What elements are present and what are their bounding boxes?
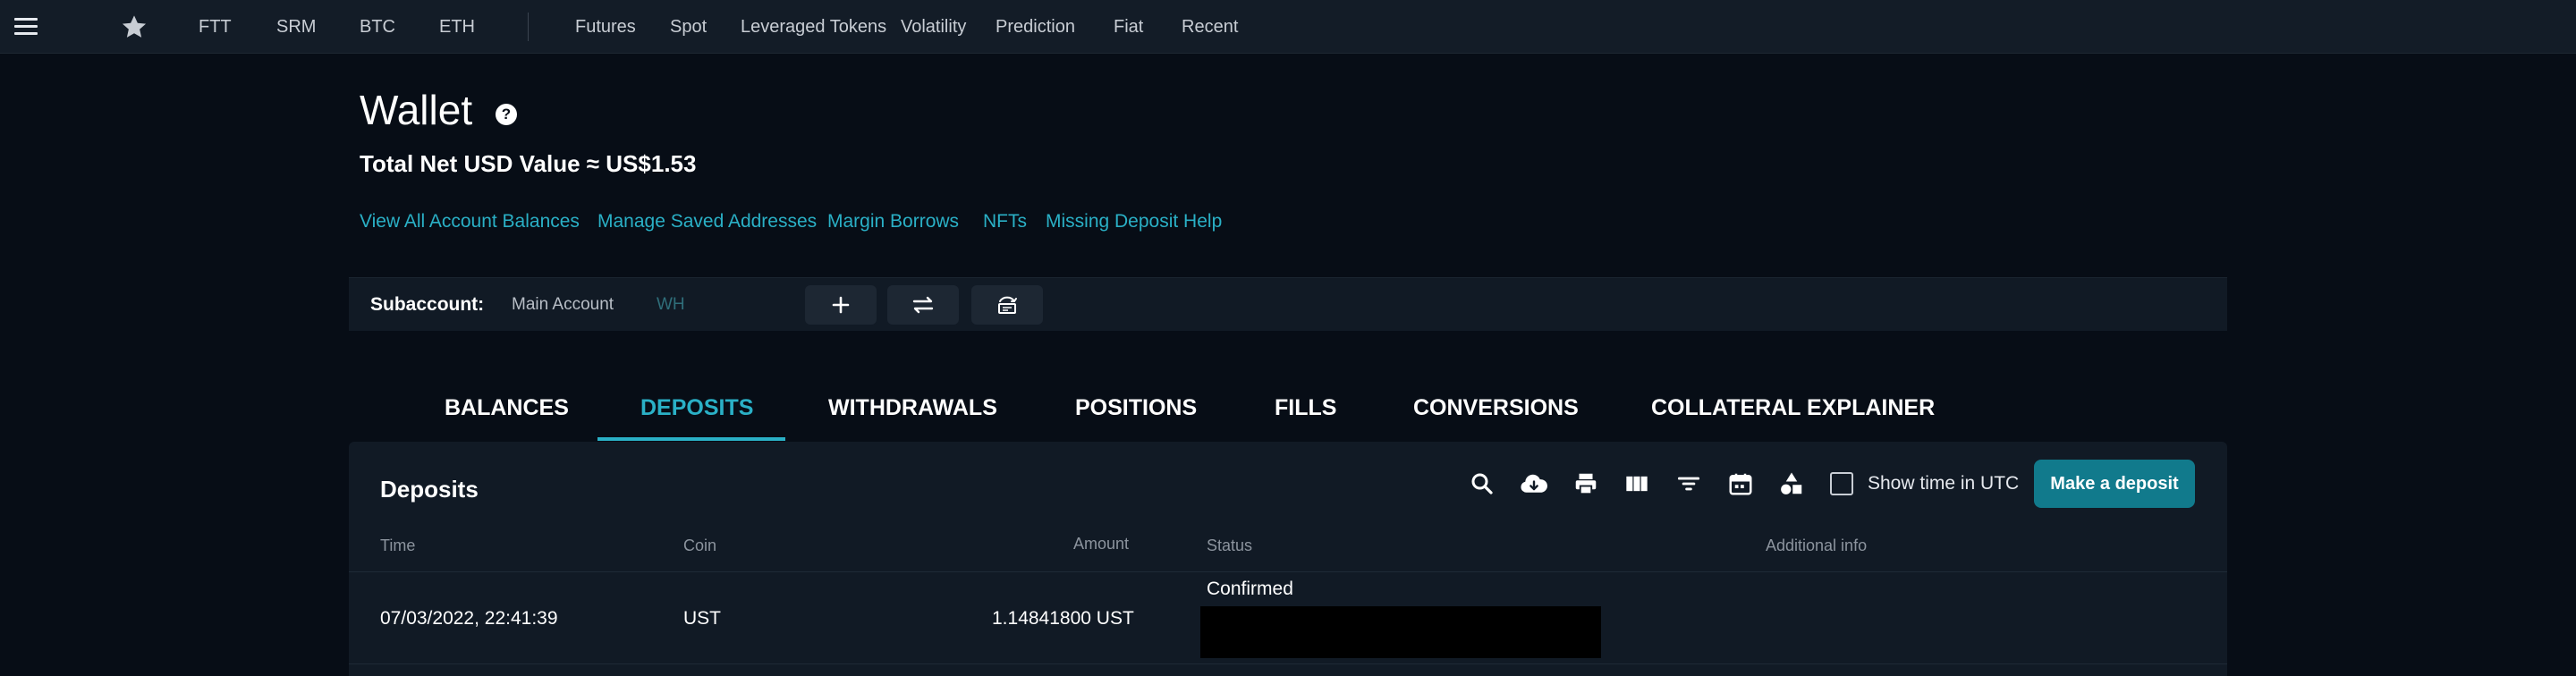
history-icon (998, 296, 1017, 314)
column-header-amount[interactable]: Amount (1073, 535, 1129, 553)
link-manage-saved-addresses[interactable]: Manage Saved Addresses (597, 211, 817, 232)
download-icon[interactable] (1519, 469, 1549, 499)
link-margin-borrows[interactable]: Margin Borrows (827, 211, 959, 232)
nav-market-ftt[interactable]: FTT (199, 0, 232, 54)
deposits-panel: Deposits Show time in UTC Make a deposit… (349, 442, 2227, 676)
link-missing-deposit-help[interactable]: Missing Deposit Help (1046, 211, 1222, 232)
deposit-amount: 1.14841800 UST (992, 608, 1134, 629)
calendar-icon[interactable] (1725, 469, 1756, 499)
columns-icon[interactable] (1622, 469, 1652, 499)
column-header-additional-info[interactable]: Additional info (1766, 537, 1867, 555)
top-navigation: FTT SRM BTC ETH Futures Spot Leveraged T… (0, 0, 2576, 54)
transfer-button[interactable] (887, 285, 959, 325)
nav-market-btc[interactable]: BTC (360, 0, 395, 54)
row-divider (349, 663, 2227, 664)
column-header-coin[interactable]: Coin (683, 537, 716, 555)
subaccount-main-account[interactable]: Main Account (512, 295, 614, 315)
nav-recent[interactable]: Recent (1182, 0, 1238, 54)
add-subaccount-button[interactable] (805, 285, 877, 325)
plus-icon (832, 296, 850, 314)
nav-divider (528, 13, 529, 41)
nav-fiat[interactable]: Fiat (1114, 0, 1143, 54)
subaccount-bar: Subaccount: Main Account WH (349, 277, 2227, 331)
nav-volatility[interactable]: Volatility (901, 0, 966, 54)
star-icon[interactable] (120, 13, 148, 41)
tab-deposits[interactable]: DEPOSITS (640, 395, 753, 421)
search-icon[interactable] (1467, 469, 1497, 499)
tab-conversions[interactable]: CONVERSIONS (1413, 395, 1579, 421)
deposit-coin: UST (683, 608, 721, 629)
nav-market-srm[interactable]: SRM (276, 0, 316, 54)
tab-collateral-explainer[interactable]: COLLATERAL EXPLAINER (1651, 395, 1935, 421)
page-title: Wallet (360, 87, 473, 133)
column-header-time[interactable]: Time (380, 537, 415, 555)
shapes-icon[interactable] (1776, 469, 1807, 499)
link-nfts[interactable]: NFTs (983, 211, 1027, 232)
nav-prediction[interactable]: Prediction (996, 0, 1075, 54)
nav-spot[interactable]: Spot (670, 0, 707, 54)
redacted-block (1200, 606, 1601, 658)
subaccount-wh[interactable]: WH (657, 295, 685, 315)
active-tab-indicator (597, 437, 785, 441)
link-view-all-balances[interactable]: View All Account Balances (360, 211, 580, 232)
deposits-title: Deposits (380, 476, 479, 503)
show-utc-checkbox[interactable] (1830, 472, 1853, 495)
nav-market-eth[interactable]: ETH (439, 0, 475, 54)
deposit-time: 07/03/2022, 22:41:39 (380, 608, 558, 629)
tab-fills[interactable]: FILLS (1275, 395, 1336, 421)
history-button[interactable] (971, 285, 1043, 325)
nav-leveraged-tokens[interactable]: Leveraged Tokens (741, 0, 886, 54)
subaccount-label: Subaccount: (370, 294, 485, 315)
make-deposit-button[interactable]: Make a deposit (2034, 460, 2195, 508)
filter-icon[interactable] (1674, 469, 1704, 499)
tab-positions[interactable]: POSITIONS (1075, 395, 1197, 421)
menu-icon[interactable] (14, 18, 38, 36)
total-net-usd-value: Total Net USD Value ≈ US$1.53 (360, 150, 697, 177)
deposit-status: Confirmed (1207, 579, 1293, 599)
show-utc-label: Show time in UTC (1868, 473, 2020, 494)
nav-futures[interactable]: Futures (575, 0, 636, 54)
header-divider (349, 571, 2227, 572)
help-icon[interactable]: ? (496, 104, 517, 125)
transfer-icon (912, 296, 934, 314)
tab-withdrawals[interactable]: WITHDRAWALS (828, 395, 997, 421)
print-icon[interactable] (1571, 469, 1601, 499)
column-header-status[interactable]: Status (1207, 537, 1252, 555)
tab-balances[interactable]: BALANCES (445, 395, 569, 421)
